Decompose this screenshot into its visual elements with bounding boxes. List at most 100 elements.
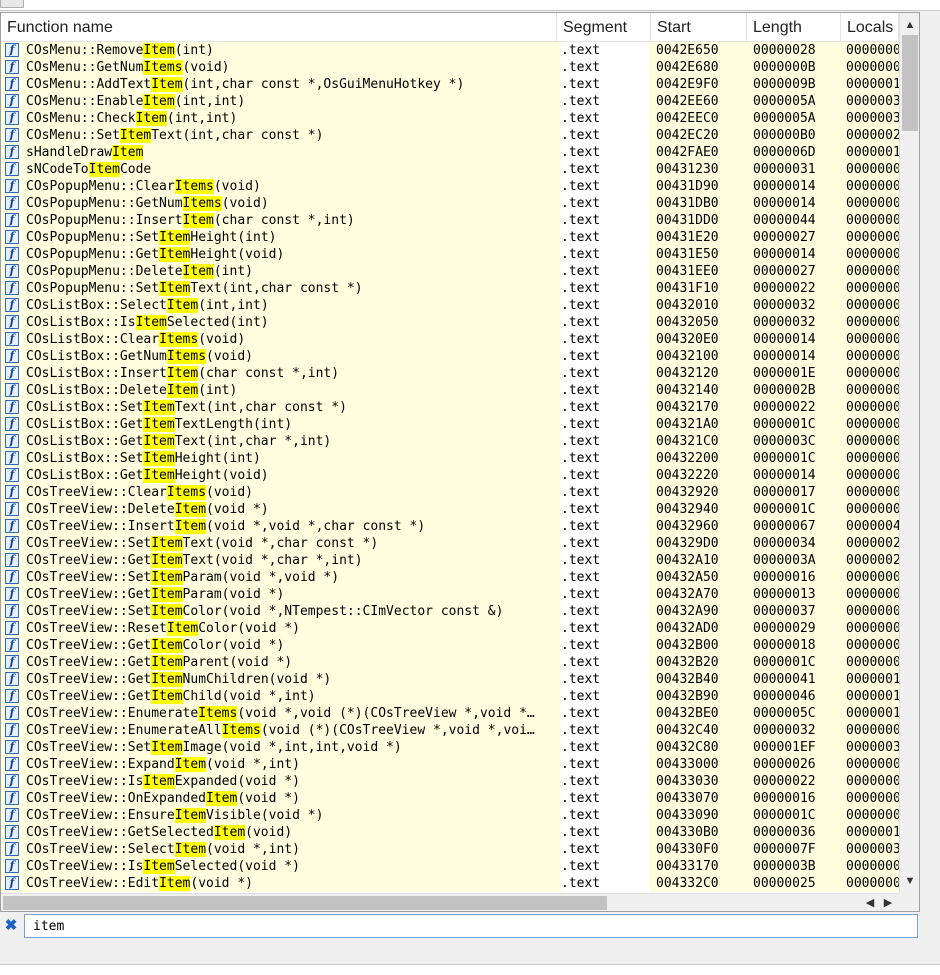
- name-suffix: (int): [213, 264, 253, 279]
- vertical-scroll-thumb[interactable]: [902, 35, 918, 131]
- table-row[interactable]: f COsPopupMenu::InsertItem(char const *,i…: [1, 212, 899, 229]
- table-row[interactable]: f COsListBox::GetNumItems(void) .text 00432…: [1, 348, 899, 365]
- function-icon: f: [5, 196, 19, 210]
- table-row[interactable]: f COsTreeView::EnsureItemVisible(void *).…: [1, 807, 899, 824]
- table-row[interactable]: f COsTreeView::ClearItems(void) .text 00432…: [1, 484, 899, 501]
- column-header-start[interactable]: Start: [651, 13, 747, 41]
- table-row[interactable]: f COsListBox::GetItemTextLength(int) .text…: [1, 416, 899, 433]
- table-row[interactable]: f COsListBox::SetItemHeight(int) .text 0043…: [1, 450, 899, 467]
- function-name-cell: COsTreeView::GetItemColor(void *): [26, 637, 554, 654]
- table-row[interactable]: f COsPopupMenu::SetItemText(int,char cons…: [1, 280, 899, 297]
- start-cell: 00433070: [656, 791, 719, 806]
- function-name-cell: COsTreeView::GetItemNumChildren(void *): [26, 671, 554, 688]
- table-row[interactable]: f COsListBox::SetItemText(int,char const …: [1, 399, 899, 416]
- segment-cell: .text: [561, 824, 649, 841]
- table-row[interactable]: f sHandleDrawItem .text 0042FAE0 0000006D 000…: [1, 144, 899, 161]
- table-row[interactable]: f COsMenu::AddTextItem(int,char const *,O…: [1, 76, 899, 93]
- table-row[interactable]: f COsMenu::CheckItem(int,int) .text 0042EEC…: [1, 110, 899, 127]
- match-highlight: Item: [182, 264, 214, 279]
- scroll-left-icon[interactable]: ◀: [861, 894, 879, 911]
- table-row[interactable]: f COsTreeView::InsertItem(void *,void *,c…: [1, 518, 899, 535]
- segment-cell: .text: [561, 807, 649, 824]
- match-highlight: Item: [151, 689, 183, 704]
- table-row[interactable]: f COsTreeView::EnumerateAllItems(void (*)…: [1, 722, 899, 739]
- table-row[interactable]: f COsTreeView::SetItemText(void *,char co…: [1, 535, 899, 552]
- scroll-right-icon[interactable]: ▶: [879, 894, 897, 911]
- horizontal-scroll-thumb[interactable]: [3, 896, 607, 910]
- table-row[interactable]: f COsTreeView::ResetItemColor(void *) .tex…: [1, 620, 899, 637]
- match-highlight: Item: [143, 417, 175, 432]
- close-icon[interactable]: ✖: [3, 918, 19, 934]
- table-row[interactable]: f COsMenu::SetItemText(int,char const *).…: [1, 127, 899, 144]
- table-row[interactable]: f COsTreeView::GetItemChild(void *,int) .t…: [1, 688, 899, 705]
- match-highlight: Items: [182, 196, 222, 211]
- function-name-cell: COsMenu::EnableItem(int,int): [26, 93, 554, 110]
- scroll-down-icon[interactable]: ▼: [900, 873, 919, 889]
- table-row[interactable]: f COsListBox::IsItemSelected(int) .text 004…: [1, 314, 899, 331]
- table-row[interactable]: f COsTreeView::SetItemColor(void *,NTempe…: [1, 603, 899, 620]
- column-header-length[interactable]: Length: [747, 13, 841, 41]
- table-row[interactable]: f COsTreeView::GetItemText(void *,char *,…: [1, 552, 899, 569]
- table-row[interactable]: f COsPopupMenu::DeleteItem(int) .text 00431…: [1, 263, 899, 280]
- table-row[interactable]: f COsTreeView::EnumerateItems(void *,void…: [1, 705, 899, 722]
- locals-cell: 0000000: [846, 281, 899, 296]
- locals-cell: 0000004: [846, 519, 899, 534]
- table-row[interactable]: f COsListBox::DeleteItem(int) .text 0043214…: [1, 382, 899, 399]
- table-row[interactable]: f COsTreeView::GetItemColor(void *) .text 0…: [1, 637, 899, 654]
- function-name-cell: COsPopupMenu::ClearItems(void): [26, 178, 554, 195]
- table-row[interactable]: f COsPopupMenu::GetNumItems(void) .text 004…: [1, 195, 899, 212]
- table-row[interactable]: f COsMenu::GetNumItems(void) .text 0042E680…: [1, 59, 899, 76]
- segment-cell: .text: [561, 875, 649, 892]
- panel-tab-button[interactable]: [0, 0, 24, 8]
- table-row[interactable]: f COsTreeView::IsItemSelected(void *) .tex…: [1, 858, 899, 875]
- name-suffix: Text(int,char const *): [174, 400, 347, 415]
- table-row[interactable]: f COsTreeView::GetItemParam(void *) .text 0…: [1, 586, 899, 603]
- table-row[interactable]: f COsTreeView::SetItemParam(void *,void *…: [1, 569, 899, 586]
- table-row[interactable]: f COsTreeView::ExpandItem(void *,int) .tex…: [1, 756, 899, 773]
- table-row[interactable]: f COsTreeView::IsItemExpanded(void *) .tex…: [1, 773, 899, 790]
- table-row[interactable]: f COsTreeView::GetItemParent(void *) .text…: [1, 654, 899, 671]
- vertical-scrollbar[interactable]: ▲ ▼: [899, 13, 919, 893]
- filter-input[interactable]: [24, 914, 918, 938]
- table-row[interactable]: f COsListBox::SelectItem(int,int) .text 004…: [1, 297, 899, 314]
- table-row[interactable]: f COsMenu::RemoveItem(int) .text 0042E650 00…: [1, 42, 899, 59]
- table-row[interactable]: f COsMenu::EnableItem(int,int) .text 0042EE…: [1, 93, 899, 110]
- column-header-segment[interactable]: Segment: [557, 13, 651, 41]
- length-cell: 00000014: [753, 179, 816, 194]
- function-icon: f: [5, 179, 19, 193]
- table-row[interactable]: f COsPopupMenu::ClearItems(void) .text 0043…: [1, 178, 899, 195]
- locals-cell: 0000001: [846, 706, 899, 721]
- table-row[interactable]: f COsPopupMenu::GetItemHeight(void) .text 0…: [1, 246, 899, 263]
- locals-cell: 0000003: [846, 111, 899, 126]
- name-prefix: COsMenu::AddText: [26, 77, 152, 92]
- table-row[interactable]: f COsListBox::GetItemText(int,char *,int)…: [1, 433, 899, 450]
- table-row[interactable]: f COsListBox::GetItemHeight(void) .text 004…: [1, 467, 899, 484]
- segment-cell: .text: [561, 450, 649, 467]
- length-cell: 00000041: [753, 672, 816, 687]
- table-row[interactable]: f COsPopupMenu::SetItemHeight(int) .text 00…: [1, 229, 899, 246]
- table-row[interactable]: f COsTreeView::SetItemImage(void *,int,in…: [1, 739, 899, 756]
- scroll-up-icon[interactable]: ▲: [900, 17, 919, 33]
- name-prefix: COsTreeView::Expand: [26, 757, 175, 772]
- table-row[interactable]: f COsTreeView::SelectItem(void *,int) .tex…: [1, 841, 899, 858]
- function-icon: f: [5, 604, 19, 618]
- table-row[interactable]: f COsListBox::InsertItem(char const *,int…: [1, 365, 899, 382]
- table-row[interactable]: f COsTreeView::DeleteItem(void *) .text 004…: [1, 501, 899, 518]
- table-row[interactable]: f COsTreeView::GetSelectedItem(void) .text…: [1, 824, 899, 841]
- table-row[interactable]: f COsTreeView::EditItem(void *) .text 00433…: [1, 875, 899, 892]
- column-header-locals[interactable]: Locals: [841, 13, 899, 41]
- name-prefix: sNCodeTo: [26, 162, 89, 177]
- table-row[interactable]: f COsTreeView::GetItemNumChildren(void *)…: [1, 671, 899, 688]
- length-cell: 0000002B: [753, 383, 816, 398]
- table-row[interactable]: f sNCodeToItemCode .text 00431230 00000031 00…: [1, 161, 899, 178]
- horizontal-scrollbar[interactable]: ◀ ▶: [1, 893, 899, 911]
- locals-cell: 0000000: [846, 383, 899, 398]
- name-prefix: COsTreeView::Get: [26, 655, 152, 670]
- name-suffix: Visible(void *): [206, 808, 324, 823]
- table-row[interactable]: f COsTreeView::OnExpandedItem(void *) .tex…: [1, 790, 899, 807]
- locals-cell: 0000000: [846, 757, 899, 772]
- column-header-function-name[interactable]: Function name: [1, 13, 557, 41]
- match-highlight: Items: [159, 332, 199, 347]
- segment-cell: .text: [561, 348, 649, 365]
- table-row[interactable]: f COsListBox::ClearItems(void) .text 004320…: [1, 331, 899, 348]
